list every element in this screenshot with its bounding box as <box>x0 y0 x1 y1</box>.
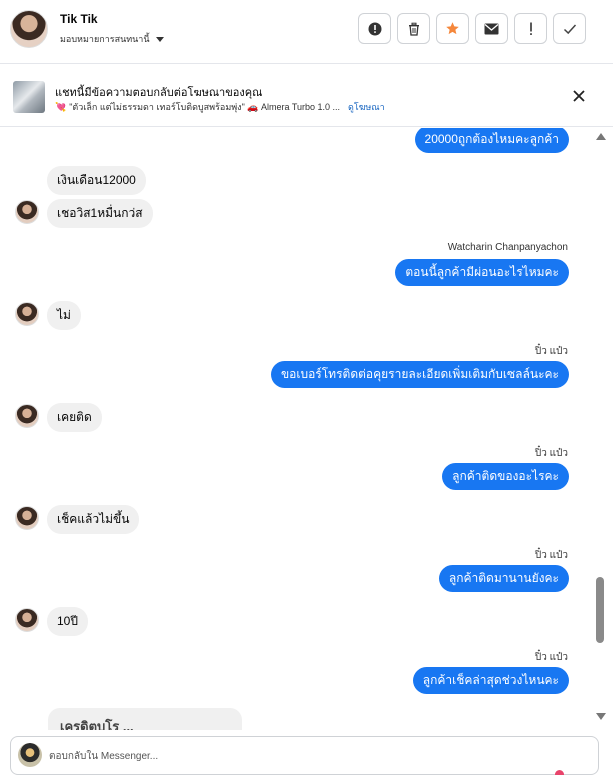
outgoing-message[interactable]: ลูกค้าเช็คล่าสุดช่วงไหนคะ <box>412 667 569 694</box>
sender-name: ปิ๋ว แป๋ว <box>534 652 568 663</box>
message-thread: 20000ถูกต้องไหมคะลูกค้า เงินเดือน12000 เ… <box>0 128 593 730</box>
sender-name: ปิ๋ว แป๋ว <box>534 550 568 561</box>
outgoing-message[interactable]: ลูกค้าติดมานานยังคะ <box>438 565 569 592</box>
thread-scrollbar[interactable] <box>593 128 607 730</box>
check-icon <box>563 23 576 34</box>
ad-thumbnail[interactable] <box>13 81 45 113</box>
contact-name[interactable]: Tik Tik <box>60 12 98 26</box>
sender-name: ปิ๋ว แป๋ว <box>534 346 568 357</box>
like-reaction-icon[interactable] <box>555 770 564 775</box>
report-icon <box>368 22 381 35</box>
view-ad-link[interactable]: ดูโฆษณา <box>348 102 385 112</box>
scrollbar-thumb[interactable] <box>596 577 604 643</box>
partial-message-text: เครดิตบูโร ... <box>60 719 134 730</box>
sender-name: ปิ๋ว แป๋ว <box>534 448 568 459</box>
incoming-message[interactable]: เคยติด <box>47 403 102 432</box>
incoming-message[interactable]: เงินเดือน12000 <box>47 166 146 195</box>
contact-avatar-small <box>15 302 39 326</box>
outgoing-message[interactable]: ลูกค้าติดของอะไรคะ <box>442 463 569 490</box>
scroll-up-arrow-icon[interactable] <box>596 133 606 140</box>
assign-dropdown[interactable]: มอบหมายการสนทนานี้ <box>60 32 164 46</box>
delete-button[interactable] <box>397 13 430 44</box>
follow-up-button[interactable] <box>514 13 547 44</box>
contact-avatar-small <box>15 200 39 224</box>
star-button[interactable] <box>436 13 469 44</box>
scroll-down-arrow-icon[interactable] <box>596 713 606 720</box>
outgoing-message[interactable]: ตอนนี้ลูกค้ามีผ่อนอะไรไหมคะ <box>395 259 569 286</box>
incoming-message[interactable]: ไม่ <box>47 301 81 330</box>
incoming-message[interactable]: เช็คแล้วไม่ขึ้น <box>47 505 140 534</box>
close-icon[interactable] <box>571 88 587 104</box>
chevron-down-icon <box>155 36 164 42</box>
outgoing-message[interactable]: ขอเบอร์โทรติดต่อคุยรายละเอียดเพิ่มเติมกั… <box>270 361 569 388</box>
reply-input[interactable] <box>49 746 569 766</box>
mark-unread-button[interactable] <box>475 13 508 44</box>
action-toolbar <box>358 13 586 44</box>
done-button[interactable] <box>553 13 586 44</box>
ad-reply-banner: แชทนี้มีข้อความตอบกลับต่อโฆษณาของคุณ 💘 "ต… <box>0 65 613 127</box>
incoming-message[interactable]: 10ปี <box>47 607 88 636</box>
reply-composer <box>10 736 599 775</box>
heart-icon: 💘 <box>55 102 67 112</box>
ad-text: "ตัวเล็ก แต่ไม่ธรรมดา เทอร์โบติดบูสพร้อม… <box>69 102 341 112</box>
contact-avatar[interactable] <box>10 10 48 48</box>
incoming-message-partial[interactable]: เครดิตบูโร ... <box>48 708 242 730</box>
sender-name: Watcharin Chanpanyachon <box>447 242 568 253</box>
trash-icon <box>408 22 419 36</box>
incoming-message[interactable]: เชอวิส1หมื่นกว่ส <box>47 199 153 228</box>
contact-avatar-small <box>15 608 39 632</box>
contact-avatar-small <box>15 404 39 428</box>
mail-icon <box>484 23 499 34</box>
ad-banner-title: แชทนี้มีข้อความตอบกลับต่อโฆษณาของคุณ <box>55 87 263 99</box>
ad-banner-subtitle: 💘 "ตัวเล็ก แต่ไม่ธรรมดา เทอร์โบติดบูสพร้อ… <box>55 100 385 114</box>
contact-avatar-small <box>15 506 39 530</box>
assign-label: มอบหมายการสนทนานี้ <box>60 34 150 44</box>
exclamation-icon <box>529 22 532 35</box>
chat-header: Tik Tik มอบหมายการสนทนานี้ <box>0 0 613 64</box>
page-avatar <box>18 743 42 767</box>
report-button[interactable] <box>358 13 391 44</box>
star-icon <box>446 22 459 35</box>
outgoing-message[interactable]: 20000ถูกต้องไหมคะลูกค้า <box>414 128 569 153</box>
